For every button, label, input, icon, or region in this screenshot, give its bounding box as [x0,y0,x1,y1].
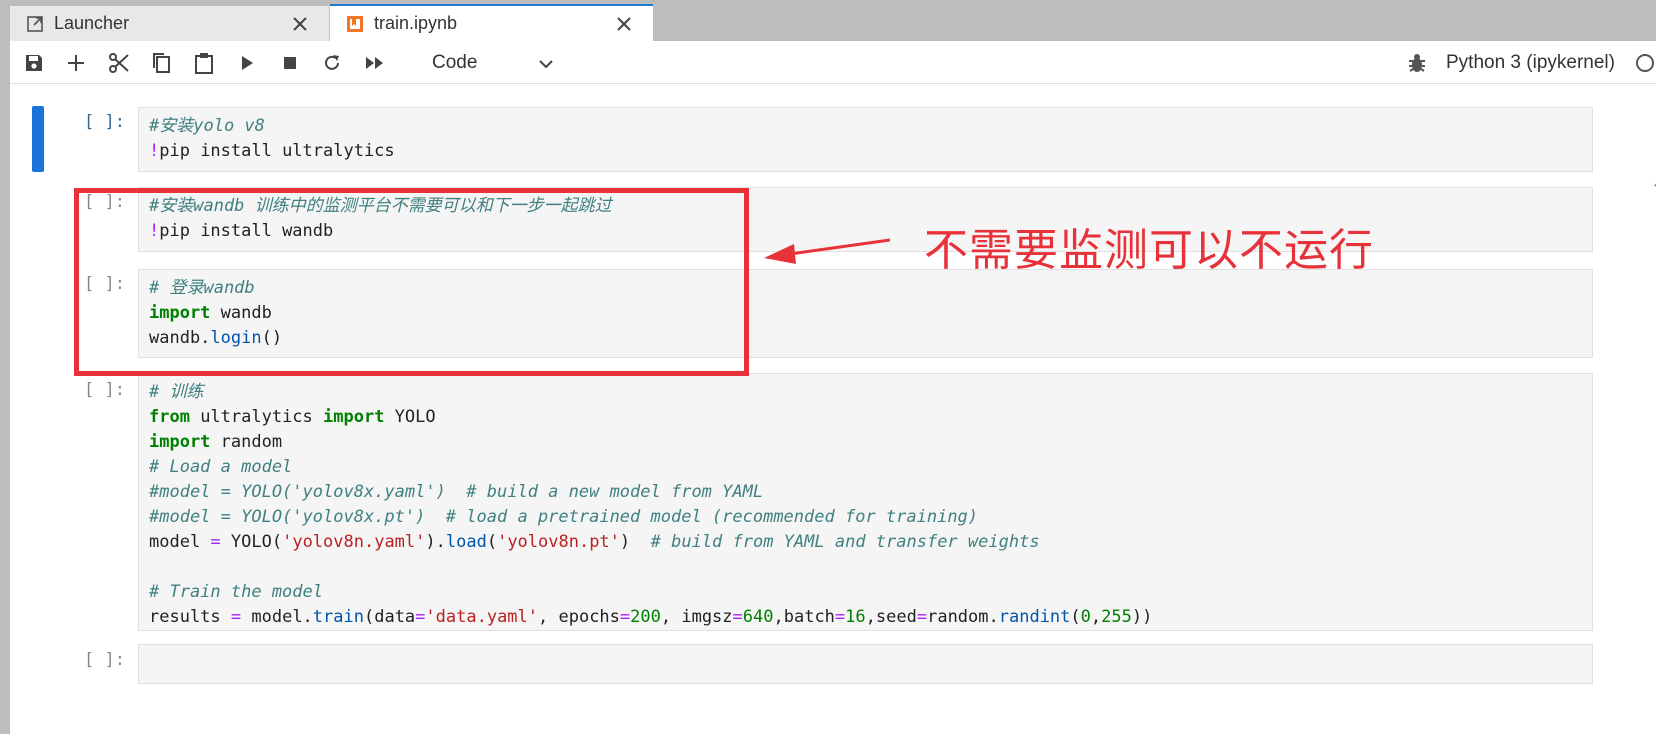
notebook-toolbar: Code Python 3 (ipykernel) [10,41,1656,84]
add-cell-button[interactable] [63,50,89,76]
copy-icon [153,53,170,73]
code-line: #model = YOLO('yolov8x.pt') # load a pre… [149,507,979,527]
cell-editor[interactable] [138,644,1593,684]
cell-editor[interactable]: #安装yolo v8 !pip install ultralytics [138,107,1593,172]
active-cell-indicator [32,106,44,172]
cell-prompt: [ ]: [84,192,125,212]
cell-type-value: Code [432,52,478,73]
cell-prompt: [ ]: [84,112,125,132]
cell-editor[interactable]: # 训练 from ultralytics import YOLO import… [138,373,1593,631]
code-line: from ultralytics import YOLO [149,407,436,427]
restart-button[interactable] [319,50,345,76]
cell-type-select[interactable]: Code [432,48,562,78]
stop-button[interactable] [277,50,303,76]
code-line: #安装yolo v8 [149,116,265,136]
code-line: model = YOLO('yolov8n.yaml').load('yolov… [149,532,1040,552]
save-icon [26,55,42,71]
cut-icon [109,53,129,73]
cut-button[interactable] [106,50,132,76]
add-cell-icon [68,55,84,71]
copy-button[interactable] [148,50,174,76]
launch-icon [24,13,46,35]
code-line: !pip install ultralytics [149,141,395,161]
kernel-status-icon [1636,54,1654,72]
code-line: # 训练 [149,382,204,402]
tab-launcher[interactable]: Launcher [10,6,330,41]
close-icon[interactable] [289,13,311,35]
chevron-down-icon [539,60,553,69]
annotation-arrow-icon [764,238,890,264]
notebook-icon [344,13,366,35]
paste-button[interactable] [191,50,217,76]
notebook-panel: [ ]: #安装yolo v8 !pip install ultralytics… [10,84,1656,734]
code-line: results = model.train(data='data.yaml', … [149,607,1153,627]
stop-icon [284,57,296,69]
restart-icon [325,55,339,70]
code-line: #model = YOLO('yolov8x.yaml') # build a … [149,482,764,502]
fast-forward-icon [366,57,383,69]
cell-prompt: [ ]: [84,650,125,670]
code-line: # Train the model [149,582,323,602]
run-all-button[interactable] [362,50,388,76]
code-line: # Load a model [149,457,293,477]
run-icon [242,56,253,70]
kernel-name[interactable]: Python 3 (ipykernel) [1446,52,1615,74]
bug-icon[interactable] [1405,51,1429,75]
code-line: import random [149,432,283,452]
code-line: import wandb [149,303,272,323]
paste-icon [195,53,213,74]
code-line: !pip install wandb [149,221,334,241]
code-line: # 登录wandb [149,278,255,298]
save-button[interactable] [21,50,47,76]
tab-train-notebook[interactable]: train.ipynb [330,4,653,41]
tab-bar: Launcher train.ipynb [0,0,1656,41]
tab-label: Launcher [54,13,130,33]
cell-editor[interactable]: # 登录wandb import wandb wandb.login() [138,269,1593,358]
annotation-text: 不需要监测可以不运行 [924,225,1374,276]
tab-label: train.ipynb [374,13,458,33]
run-button[interactable] [234,50,260,76]
close-icon[interactable] [613,13,635,35]
cell-prompt: [ ]: [84,274,125,294]
code-line: wandb.login() [149,328,283,348]
code-line: #安装wandb 训练中的监测平台不需要可以和下一步一起跳过 [149,196,612,216]
cell-prompt: [ ]: [84,380,125,400]
